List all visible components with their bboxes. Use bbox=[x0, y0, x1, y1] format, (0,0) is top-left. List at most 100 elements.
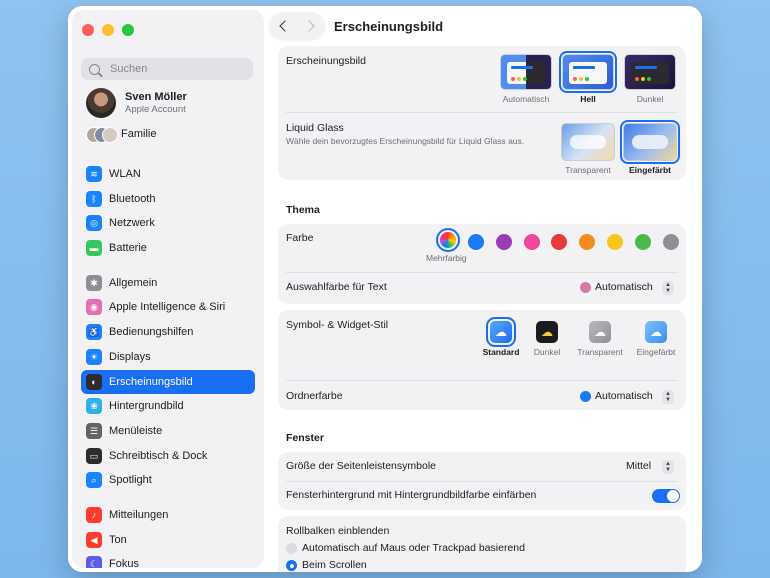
sidebar-item-label: Schreibtisch & Dock bbox=[109, 450, 208, 462]
folder-color-label: Ordnerfarbe bbox=[286, 390, 343, 402]
appearance-icon: ◐ bbox=[86, 374, 102, 390]
sidebar-item-label: Netzwerk bbox=[109, 217, 155, 229]
sidebar-item-label: Mitteilungen bbox=[109, 509, 169, 521]
zoom-button[interactable] bbox=[122, 24, 134, 36]
folder-color-stepper[interactable]: ▲ ▼ bbox=[662, 390, 674, 404]
widget-tinted-caption: Eingefärbt bbox=[636, 347, 676, 357]
scrollbar-radio-scrolling[interactable] bbox=[286, 560, 297, 571]
widget-option-standard[interactable]: ☁ Standard bbox=[478, 317, 524, 357]
widget-dark-caption: Dunkel bbox=[533, 347, 561, 357]
appearance-label: Erscheinungsbild bbox=[286, 55, 366, 67]
sidebar-item[interactable]: ✱ Allgemein bbox=[81, 271, 255, 295]
appearance-light-caption: Hell bbox=[580, 94, 596, 104]
sidebar-icon-size-stepper[interactable]: ▲ ▼ bbox=[662, 460, 674, 474]
sidebar-item[interactable]: ☀ Displays bbox=[81, 345, 255, 369]
sidebar-item[interactable]: ◎ Netzwerk bbox=[81, 211, 255, 235]
accent-color-swatch[interactable] bbox=[662, 234, 679, 250]
highlight-color-popup[interactable]: Automatisch bbox=[580, 281, 653, 293]
window-heading: Fenster bbox=[286, 432, 324, 444]
sidebar-item-label: Menüleiste bbox=[109, 425, 163, 437]
weather-icon: ☁ bbox=[536, 321, 558, 343]
close-button[interactable] bbox=[82, 24, 94, 36]
family-label: Familie bbox=[121, 128, 157, 140]
sidebar-item-label: Allgemein bbox=[109, 277, 158, 289]
glass-transparent-caption: Transparent bbox=[565, 165, 611, 175]
appearance-option-dark[interactable]: Dunkel bbox=[622, 54, 678, 104]
gear-icon: ✱ bbox=[86, 275, 102, 291]
widget-group: Symbol- & Widget-Stil ☁ Standard ☁ Dunke… bbox=[278, 310, 686, 410]
search-input[interactable] bbox=[108, 62, 252, 76]
sidebar-item[interactable]: ☰ Menüleiste bbox=[81, 419, 255, 443]
dock-icon: ▭ bbox=[86, 448, 102, 464]
divider bbox=[286, 380, 678, 381]
appearance-group: Erscheinungsbild Automatisch Hell Dunkel… bbox=[278, 46, 686, 180]
bluetooth-icon: ᛒ bbox=[86, 191, 102, 207]
weather-icon: ☁ bbox=[589, 321, 611, 343]
glass-transparent-thumbnail bbox=[561, 123, 615, 161]
divider bbox=[286, 112, 678, 113]
window-tint-label: Fensterhintergrund mit Hintergrundbildfa… bbox=[286, 489, 537, 501]
glass-option-tinted[interactable]: Eingefärbt bbox=[620, 120, 680, 175]
family-item[interactable]: Familie bbox=[86, 126, 157, 143]
highlight-color-value: Automatisch bbox=[595, 281, 653, 293]
sidebar-item[interactable]: ᛒ Bluetooth bbox=[81, 187, 255, 211]
sidebar-item[interactable]: ♪ Mitteilungen bbox=[81, 503, 255, 527]
sidebar-item[interactable]: ◉ Apple Intelligence & Siri bbox=[81, 295, 255, 319]
widget-standard-caption: Standard bbox=[482, 347, 520, 357]
sidebar-icon-size-popup[interactable]: Mittel bbox=[626, 460, 651, 472]
flower-icon: ❀ bbox=[86, 398, 102, 414]
folder-color-popup[interactable]: Automatisch bbox=[580, 390, 653, 402]
apple-account-item[interactable]: Sven Möller Apple Account bbox=[86, 88, 187, 118]
sidebar-item[interactable]: ▬ Batterie bbox=[81, 236, 255, 260]
forward-button[interactable] bbox=[303, 20, 317, 32]
window-group: Größe der Seitenleistensymbole Mittel ▲ ▼… bbox=[278, 452, 686, 510]
sidebar-item-label: Hintergrundbild bbox=[109, 400, 184, 412]
accent-color-swatch[interactable] bbox=[468, 234, 484, 250]
widget-option-transparent[interactable]: ☁ Transparent bbox=[572, 321, 628, 357]
sidebar-item-label: Ton bbox=[109, 534, 127, 546]
sidebar-item[interactable]: ⌕ Spotlight bbox=[81, 468, 255, 492]
sidebar-item-label: Bedienungshilfen bbox=[109, 326, 194, 338]
glass-tinted-thumbnail bbox=[620, 120, 680, 164]
appearance-option-auto[interactable]: Automatisch bbox=[498, 54, 554, 104]
magnifier-icon: ⌕ bbox=[86, 472, 102, 488]
widget-option-dark[interactable]: ☁ Dunkel bbox=[524, 321, 570, 357]
speaker-icon: ◀ bbox=[86, 532, 102, 548]
accent-color-swatch[interactable] bbox=[634, 234, 651, 250]
accent-color-multicolor[interactable] bbox=[440, 232, 456, 248]
globe-icon: ◎ bbox=[86, 215, 102, 231]
accent-color-swatch[interactable] bbox=[495, 234, 512, 250]
sidebar-item[interactable]: ≋ WLAN bbox=[81, 162, 255, 186]
back-button[interactable] bbox=[277, 20, 291, 32]
battery-icon: ▬ bbox=[86, 240, 102, 256]
scrollbar-radio-auto[interactable] bbox=[286, 543, 297, 554]
sidebar-item[interactable]: ▭ Schreibtisch & Dock bbox=[81, 444, 255, 468]
sidebar-item[interactable]: ◐ Erscheinungsbild bbox=[81, 370, 255, 394]
sidebar-item[interactable]: ♿ Bedienungshilfen bbox=[81, 320, 255, 344]
sidebar-item[interactable]: ◀ Ton bbox=[81, 528, 255, 552]
chevron-right-icon bbox=[303, 20, 315, 32]
accent-color-swatch[interactable] bbox=[579, 234, 596, 250]
sidebar-item[interactable]: ☾ Fokus bbox=[81, 552, 255, 568]
sidebar-item[interactable]: ❀ Hintergrundbild bbox=[81, 394, 255, 418]
sidebar-item-label: Fokus bbox=[109, 558, 139, 568]
highlight-color-stepper[interactable]: ▲ ▼ bbox=[662, 281, 674, 295]
accent-color-swatch[interactable] bbox=[551, 234, 568, 250]
scrollbars-label: Rollbalken einblenden bbox=[286, 525, 390, 537]
scrollbar-group: Rollbalken einblenden Automatisch auf Ma… bbox=[278, 516, 686, 572]
minimize-button[interactable] bbox=[102, 24, 114, 36]
settings-window: Sven Möller Apple Account Familie ≋ WLAN ᛒ… bbox=[68, 6, 702, 572]
accent-color-swatch[interactable] bbox=[523, 234, 540, 250]
weather-icon: ☁ bbox=[645, 321, 667, 343]
accent-color-swatch[interactable] bbox=[607, 234, 623, 250]
window-tint-toggle[interactable] bbox=[652, 489, 680, 503]
highlight-color-label: Auswahlfarbe für Text bbox=[286, 281, 387, 293]
widget-option-tinted[interactable]: ☁ Eingefärbt bbox=[630, 321, 682, 357]
navigation-buttons bbox=[269, 12, 325, 40]
appearance-dark-thumbnail bbox=[624, 54, 676, 90]
search-field[interactable] bbox=[81, 58, 253, 80]
appearance-option-light[interactable]: Hell bbox=[559, 51, 617, 104]
scrollbar-option-auto-label: Automatisch auf Maus oder Trackpad basie… bbox=[302, 542, 525, 554]
glass-option-transparent[interactable]: Transparent bbox=[558, 123, 618, 175]
liquid-glass-label: Liquid Glass bbox=[286, 122, 344, 134]
